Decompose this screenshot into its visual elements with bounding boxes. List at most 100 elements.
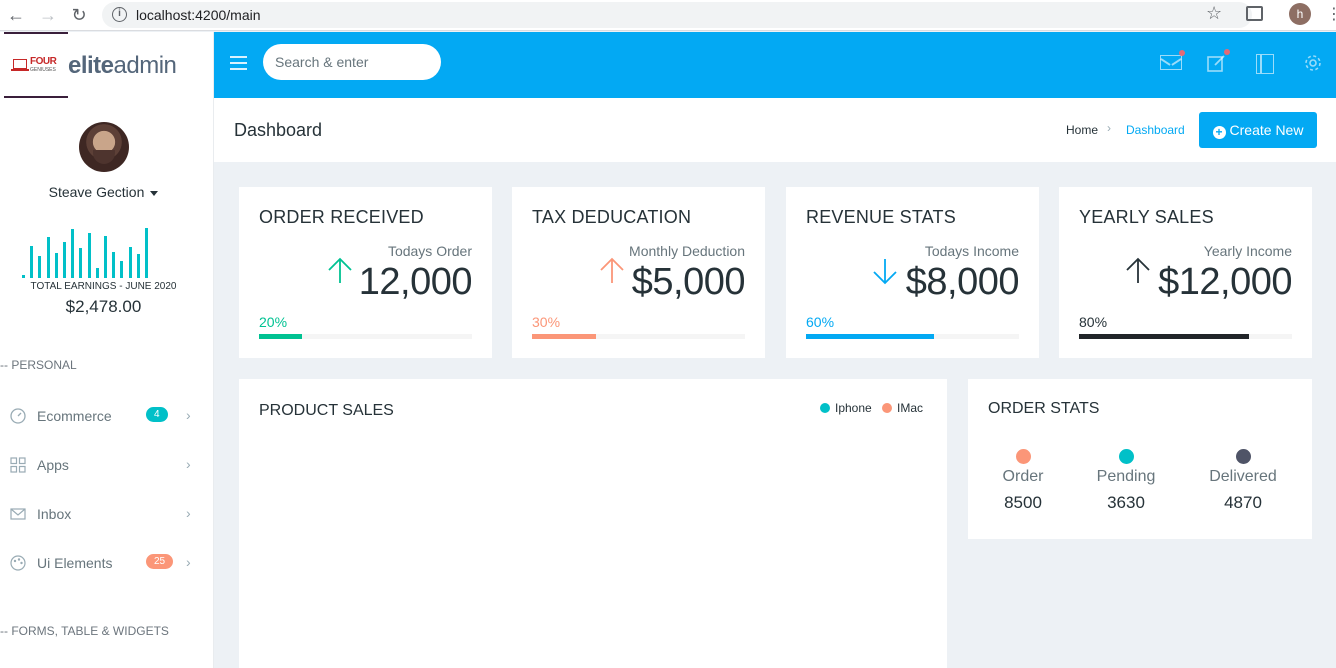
chevron-right-icon: › xyxy=(186,407,191,423)
menu-icon[interactable] xyxy=(230,56,247,70)
create-new-label: Create New xyxy=(1229,121,1304,138)
status-dot xyxy=(1015,449,1031,464)
sparkline-bar xyxy=(136,254,140,278)
plus-circle-icon: + xyxy=(1212,125,1226,139)
stat-card-revenue-stats: REVENUE STATS Todays Income $8,000 60% xyxy=(786,187,1039,358)
order-stat-pending: Pending 3630 xyxy=(1081,449,1171,513)
stat-card-order-received: ORDER RECEIVED Todays Order 12,000 20% xyxy=(239,187,492,358)
progress-track xyxy=(532,334,745,339)
status-dot xyxy=(1118,449,1134,464)
stat-percent: 80% xyxy=(1079,314,1108,330)
sidebar-item-ui-elements[interactable]: Ui Elements 25 › xyxy=(10,548,206,578)
stat-card-tax-deducation: TAX DEDUCATION Monthly Deduction $5,000 … xyxy=(512,187,765,358)
stat-percent: 60% xyxy=(806,314,835,330)
earnings-sparkline xyxy=(20,222,190,278)
arrow-down-icon xyxy=(873,259,897,285)
mail-icon[interactable] xyxy=(1160,50,1185,70)
top-navbar xyxy=(214,32,1336,98)
caret-down-icon xyxy=(150,190,159,196)
four-geniuses-logo-icon: FOUR GENIUSES xyxy=(11,56,63,75)
address-bar[interactable]: i localhost:4200/main xyxy=(102,2,1252,28)
progress-fill xyxy=(1079,334,1250,339)
order-stat-value: 8500 xyxy=(1004,493,1042,512)
product-sales-card: PRODUCT SALES Iphone IMac xyxy=(239,379,947,668)
order-stat-value: 4870 xyxy=(1224,493,1262,512)
sparkline-bar xyxy=(38,256,42,278)
reload-icon[interactable]: ↻ xyxy=(68,4,90,26)
arrow-up-icon xyxy=(328,257,352,283)
profile-avatar[interactable]: h xyxy=(1289,3,1311,25)
sparkline-bar xyxy=(104,236,107,278)
mail-icon xyxy=(10,506,26,522)
chevron-right-icon: › xyxy=(186,554,191,570)
sidebar-item-label: Ecommerce xyxy=(37,408,112,424)
sidebar-item-label: Apps xyxy=(37,457,69,473)
sparkline-bar xyxy=(145,228,148,278)
breadcrumb-current: Dashboard xyxy=(1126,123,1185,137)
progress-track xyxy=(806,334,1019,339)
earnings-label: TOTAL EARNINGS - JUNE 2020 xyxy=(30,281,177,292)
notification-dot xyxy=(1179,50,1185,56)
order-stat-label: Delivered xyxy=(1209,468,1277,485)
order-stat-delivered: Delivered 4870 xyxy=(1198,449,1288,513)
legend-label: Iphone xyxy=(835,401,872,415)
sidebar: FOUR GENIUSES eliteadmin Steave Gection … xyxy=(0,32,214,668)
sparkline-bar xyxy=(79,248,83,278)
stat-subtitle: Todays Order xyxy=(387,243,472,259)
sidebar-item-ecommerce[interactable]: Ecommerce 4 › xyxy=(10,401,206,431)
sparkline-bar xyxy=(128,247,132,278)
user-menu[interactable]: Steave Gection xyxy=(0,184,207,200)
page-header: Dashboard Home › Dashboard + Create New xyxy=(214,98,1336,162)
create-new-button[interactable]: + Create New xyxy=(1199,112,1317,148)
edit-icon[interactable] xyxy=(1206,49,1230,73)
legend-dot xyxy=(820,403,830,413)
sidebar-item-apps[interactable]: Apps › xyxy=(10,450,206,480)
sparkline-bar xyxy=(95,268,99,278)
gear-icon[interactable] xyxy=(1302,53,1324,73)
legend-item-imac: IMac xyxy=(882,401,923,415)
count-badge: 25 xyxy=(146,554,174,569)
nav-caption-personal: -- PERSONAL xyxy=(0,358,77,372)
browser-toolbar: ← → ↻ i localhost:4200/main ☆ h ⋮ xyxy=(0,0,1336,31)
forward-icon[interactable]: → xyxy=(37,4,59,26)
notification-dot xyxy=(1224,49,1230,55)
sidebar-item-inbox[interactable]: Inbox › xyxy=(10,499,206,529)
breadcrumb-home[interactable]: Home xyxy=(1066,123,1098,137)
stat-title: YEARLY SALES xyxy=(1079,207,1214,227)
browser-menu-icon[interactable]: ⋮ xyxy=(1326,4,1336,26)
stat-title: TAX DEDUCATION xyxy=(532,207,692,227)
progress-track xyxy=(259,334,472,339)
stat-subtitle: Todays Income xyxy=(924,243,1019,259)
stat-title: ORDER RECEIVED xyxy=(259,207,424,227)
sparkline-bar xyxy=(63,242,66,278)
progress-fill xyxy=(259,334,302,339)
gauge-icon xyxy=(10,408,26,424)
status-dot xyxy=(1235,449,1251,464)
progress-fill xyxy=(806,334,934,339)
logo-text-top: FOUR xyxy=(30,56,57,67)
sidebar-item-label: Ui Elements xyxy=(37,555,113,571)
user-avatar[interactable] xyxy=(79,122,129,172)
address-text[interactable]: localhost:4200/main xyxy=(136,7,261,23)
logo-text-bottom: GENIUSES xyxy=(30,67,56,73)
search-input[interactable] xyxy=(263,44,441,80)
legend-item-iphone: Iphone xyxy=(820,401,872,415)
legend-dot xyxy=(882,403,892,413)
bookmark-star-icon[interactable]: ☆ xyxy=(1206,3,1222,24)
sparkline-bar xyxy=(87,233,91,278)
progress-track xyxy=(1079,334,1292,339)
order-stat-label: Order xyxy=(1002,468,1044,485)
card-title: ORDER STATS xyxy=(988,400,1100,417)
back-icon[interactable]: ← xyxy=(5,4,27,26)
stat-value: $8,000 xyxy=(905,261,1020,303)
stat-subtitle: Monthly Deduction xyxy=(629,243,745,259)
brand-name-light: admin xyxy=(113,52,177,79)
screenshot-icon[interactable] xyxy=(1246,6,1263,21)
order-stats-card: ORDER STATS Order 8500 Pending 3630 Deli… xyxy=(968,379,1312,539)
panel-icon[interactable] xyxy=(1256,54,1274,74)
sparkline-bar xyxy=(22,275,25,278)
info-icon[interactable]: i xyxy=(112,7,127,22)
brand-name[interactable]: eliteadmin xyxy=(68,52,177,80)
logo[interactable]: FOUR GENIUSES xyxy=(4,32,68,98)
sparkline-bar xyxy=(30,246,34,278)
